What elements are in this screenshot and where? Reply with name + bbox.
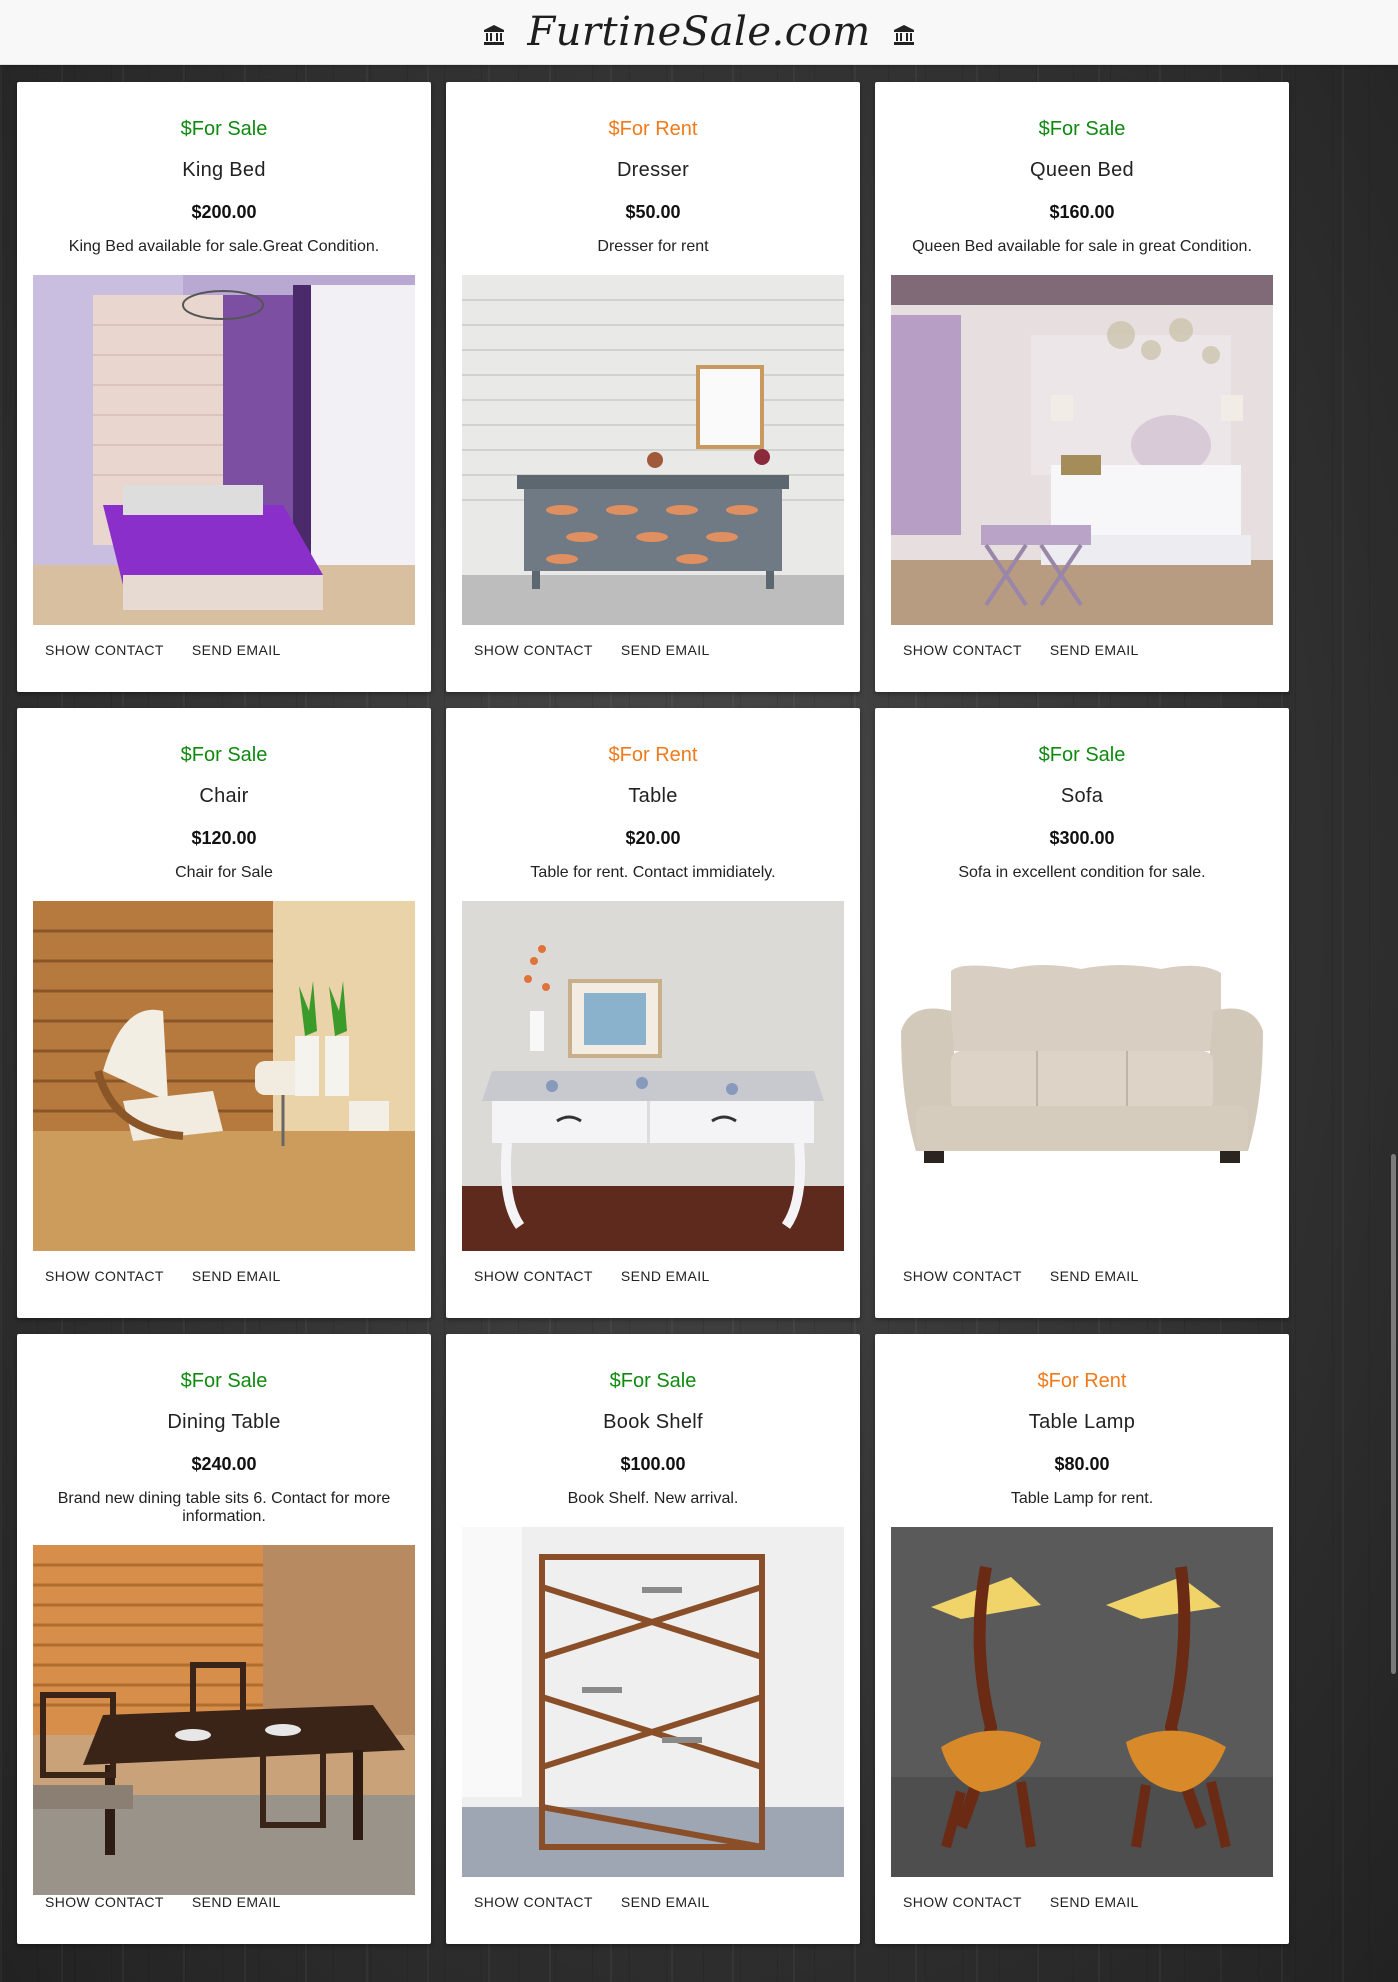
listing-actions: SHOW CONTACT SEND EMAIL [31,638,295,662]
listing-actions: SHOW CONTACT SEND EMAIL [889,638,1153,662]
page-scrollbar[interactable] [1388,64,1398,1982]
listing-status: $For Sale [609,1370,697,1392]
send-email-button[interactable]: SEND EMAIL [1036,1264,1153,1288]
listing-name: Table Lamp [1028,1411,1136,1433]
listing-description: Chair for Sale [175,864,273,881]
send-email-button[interactable]: SEND EMAIL [178,1890,295,1914]
listing-photo [891,275,1273,625]
listing-description: Book Shelf. New arrival. [567,1490,739,1507]
listing-price: $120.00 [191,828,257,848]
listing-status: $For Sale [180,118,268,140]
listing-card: $For Sale Sofa $300.00 Sofa in excellent… [875,708,1289,1318]
listing-actions: SHOW CONTACT SEND EMAIL [889,1890,1153,1914]
listing-status: $For Sale [180,1370,268,1392]
show-contact-button[interactable]: SHOW CONTACT [31,638,178,662]
listing-photo [891,1527,1273,1877]
show-contact-button[interactable]: SHOW CONTACT [31,1264,178,1288]
send-email-button[interactable]: SEND EMAIL [607,1890,724,1914]
show-contact-button[interactable]: SHOW CONTACT [889,1264,1036,1288]
listing-name: Table [628,785,678,807]
listing-price: $160.00 [1049,202,1115,222]
listing-name: Chair [199,785,249,807]
show-contact-button[interactable]: SHOW CONTACT [460,1264,607,1288]
listing-description: Brand new dining table sits 6. Contact f… [57,1490,391,1525]
send-email-button[interactable]: SEND EMAIL [178,638,295,662]
bank-icon [893,25,914,45]
listing-photo [33,275,415,625]
listing-status: $For Rent [1037,1370,1127,1392]
show-contact-button[interactable]: SHOW CONTACT [31,1890,178,1914]
listing-photo [33,1545,415,1895]
listing-price: $240.00 [191,1454,257,1474]
listing-name: Dresser [616,159,690,181]
send-email-button[interactable]: SEND EMAIL [1036,1890,1153,1914]
listing-price: $50.00 [625,202,681,222]
listing-card: $For Rent Table Lamp $80.00 Table Lamp f… [875,1334,1289,1944]
listing-description: Dresser for rent [597,238,709,255]
site-brand-title[interactable]: FurtineSale.com [527,9,870,55]
listing-status: $For Sale [1038,744,1126,766]
listing-card: $For Sale Chair $120.00 Chair for Sale S… [17,708,431,1318]
send-email-button[interactable]: SEND EMAIL [607,638,724,662]
listing-name: Dining Table [167,1411,281,1433]
listing-price: $300.00 [1049,828,1115,848]
listing-description: Table Lamp for rent. [1010,1490,1154,1507]
listing-name: Sofa [1060,785,1104,807]
listing-name: King Bed [182,159,266,181]
show-contact-button[interactable]: SHOW CONTACT [460,638,607,662]
scrollbar-thumb[interactable] [1391,1154,1396,1674]
top-header: FurtineSale.com [0,0,1398,65]
listing-photo [891,901,1273,1251]
show-contact-button[interactable]: SHOW CONTACT [460,1890,607,1914]
listing-status: $For Sale [180,744,268,766]
listing-photo [462,901,844,1251]
listing-description: King Bed available for sale.Great Condit… [68,238,380,255]
send-email-button[interactable]: SEND EMAIL [607,1264,724,1288]
listing-name: Queen Bed [1030,159,1134,181]
listing-card: $For Sale King Bed $200.00 King Bed avai… [17,82,431,692]
listing-name: Book Shelf [603,1411,703,1433]
listing-price: $20.00 [625,828,681,848]
listing-status: $For Rent [608,744,698,766]
show-contact-button[interactable]: SHOW CONTACT [889,638,1036,662]
bank-icon [484,25,505,45]
listing-actions: SHOW CONTACT SEND EMAIL [460,1890,724,1914]
listing-status: $For Rent [608,118,698,140]
listing-status: $For Sale [1038,118,1126,140]
listing-actions: SHOW CONTACT SEND EMAIL [31,1264,295,1288]
listing-price: $200.00 [191,202,257,222]
listing-description: Table for rent. Contact immidiately. [530,864,776,881]
listing-actions: SHOW CONTACT SEND EMAIL [889,1264,1153,1288]
listing-actions: SHOW CONTACT SEND EMAIL [31,1890,295,1914]
listing-card: $For Sale Book Shelf $100.00 Book Shelf.… [446,1334,860,1944]
listing-price: $100.00 [620,1454,686,1474]
listing-photo [462,1527,844,1877]
send-email-button[interactable]: SEND EMAIL [1036,638,1153,662]
listing-photo [462,275,844,625]
listing-photo [33,901,415,1251]
show-contact-button[interactable]: SHOW CONTACT [889,1890,1036,1914]
listing-card: $For Rent Dresser $50.00 Dresser for ren… [446,82,860,692]
listing-card: $For Sale Dining Table $240.00 Brand new… [17,1334,431,1944]
listing-description: Queen Bed available for sale in great Co… [912,238,1252,255]
listing-actions: SHOW CONTACT SEND EMAIL [460,1264,724,1288]
listing-actions: SHOW CONTACT SEND EMAIL [460,638,724,662]
listing-grid: $For Sale King Bed $200.00 King Bed avai… [17,82,1289,1944]
listing-card: $For Rent Table $20.00 Table for rent. C… [446,708,860,1318]
send-email-button[interactable]: SEND EMAIL [178,1264,295,1288]
listing-description: Sofa in excellent condition for sale. [958,864,1206,881]
listing-card: $For Sale Queen Bed $160.00 Queen Bed av… [875,82,1289,692]
listing-price: $80.00 [1054,1454,1110,1474]
